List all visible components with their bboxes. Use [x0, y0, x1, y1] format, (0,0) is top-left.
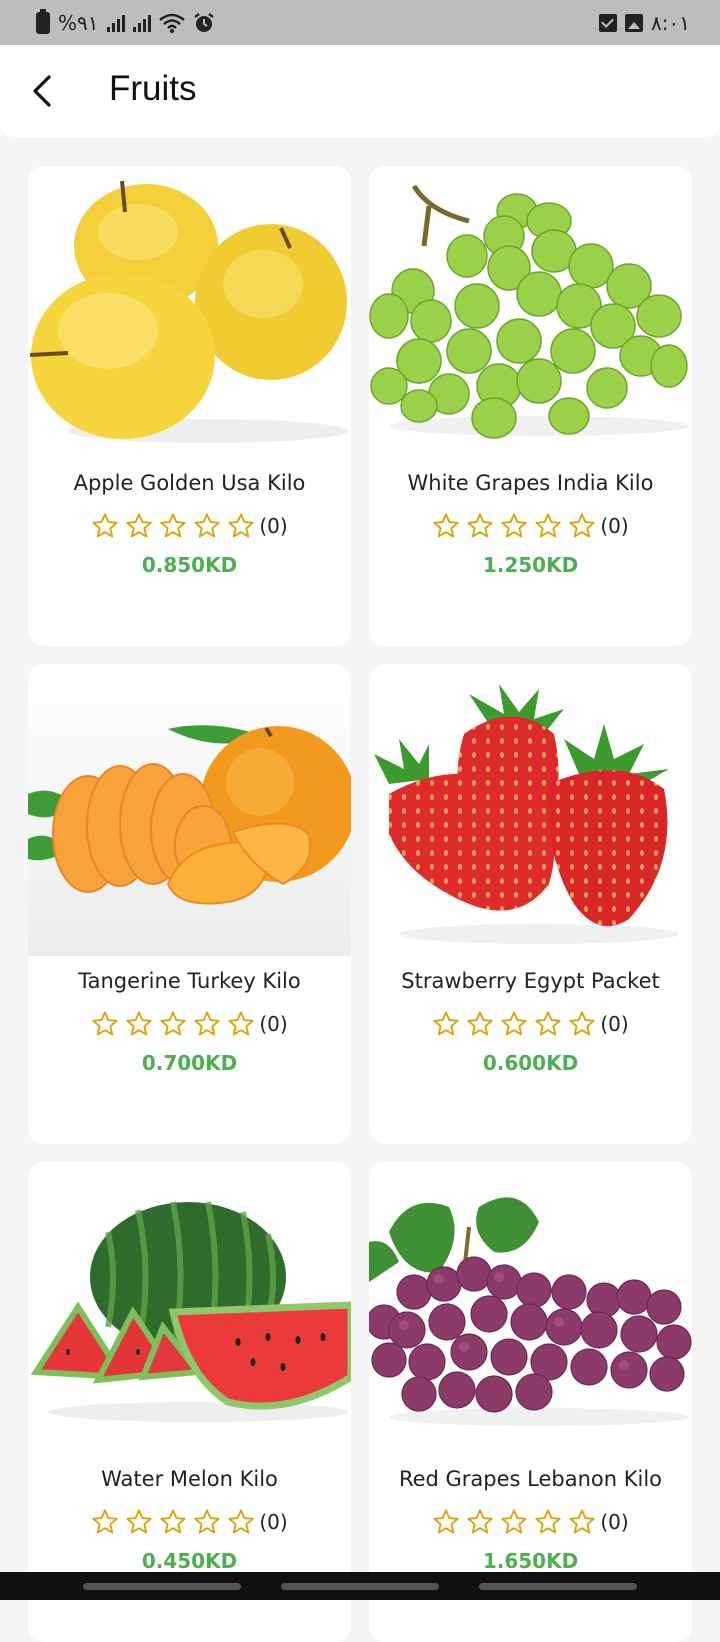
- status-bar: %۹۱ ۸:۰۱: [0, 0, 720, 45]
- star-icon: [568, 1508, 596, 1536]
- product-name: Tangerine Turkey Kilo: [28, 969, 351, 993]
- nav-recent-apps[interactable]: [83, 1583, 241, 1590]
- rating-count: (0): [600, 1012, 628, 1036]
- rating-count: (0): [600, 1510, 628, 1534]
- product-image-green-grapes: [369, 166, 692, 458]
- product-image-tangerine: [28, 664, 351, 956]
- product-rating: (0): [28, 1010, 351, 1038]
- star-icon: [193, 512, 221, 540]
- alarm-icon: [193, 12, 215, 34]
- rating-count: (0): [600, 514, 628, 538]
- star-icon: [159, 1010, 187, 1038]
- signal-icon-2: [133, 14, 151, 32]
- battery-percent: %۹۱: [58, 11, 99, 35]
- star-icon: [125, 1010, 153, 1038]
- star-icon: [91, 512, 119, 540]
- product-price: 1.250KD: [369, 553, 692, 577]
- product-name: Water Melon Kilo: [28, 1467, 351, 1491]
- star-icon: [227, 1508, 255, 1536]
- star-icon: [466, 1010, 494, 1038]
- product-rating: (0): [28, 512, 351, 540]
- product-image-red-grapes: [369, 1162, 692, 1454]
- star-icon: [500, 1508, 528, 1536]
- product-rating: (0): [369, 1010, 692, 1038]
- product-price: 0.700KD: [28, 1051, 351, 1075]
- status-time: ۸:۰۱: [651, 11, 690, 35]
- star-icon: [568, 512, 596, 540]
- product-price: 1.650KD: [369, 1549, 692, 1573]
- star-icon: [193, 1508, 221, 1536]
- app-header: Fruits: [0, 45, 720, 137]
- star-icon: [125, 1508, 153, 1536]
- rating-count: (0): [259, 1012, 287, 1036]
- image-notification-icon: [625, 14, 643, 32]
- star-icon: [500, 1010, 528, 1038]
- star-icon: [500, 512, 528, 540]
- product-card[interactable]: Apple Golden Usa Kilo (0) 0.850KD: [28, 166, 351, 646]
- star-icon: [432, 1508, 460, 1536]
- back-button[interactable]: [20, 69, 64, 113]
- product-name: Strawberry Egypt Packet: [369, 969, 692, 993]
- rating-count: (0): [259, 1510, 287, 1534]
- nav-home[interactable]: [281, 1583, 439, 1590]
- battery-icon: [36, 12, 50, 34]
- product-name: White Grapes India Kilo: [369, 471, 692, 495]
- nav-back[interactable]: [479, 1583, 637, 1590]
- product-card[interactable]: Red Grapes Lebanon Kilo (0) 1.650KD: [369, 1162, 692, 1642]
- star-icon: [466, 1508, 494, 1536]
- star-icon: [568, 1010, 596, 1038]
- star-icon: [534, 1010, 562, 1038]
- product-grid: Apple Golden Usa Kilo (0) 0.850KD: [28, 166, 694, 1642]
- star-icon: [91, 1010, 119, 1038]
- star-icon: [466, 512, 494, 540]
- product-rating: (0): [369, 1508, 692, 1536]
- product-card[interactable]: Tangerine Turkey Kilo (0) 0.700KD: [28, 664, 351, 1144]
- star-icon: [227, 1010, 255, 1038]
- wifi-icon: [159, 13, 185, 33]
- page-title: Fruits: [109, 69, 197, 109]
- star-icon: [432, 512, 460, 540]
- star-icon: [432, 1010, 460, 1038]
- star-icon: [227, 512, 255, 540]
- star-icon: [193, 1010, 221, 1038]
- product-card[interactable]: Water Melon Kilo (0) 0.450KD: [28, 1162, 351, 1642]
- product-rating: (0): [369, 512, 692, 540]
- product-name: Apple Golden Usa Kilo: [28, 471, 351, 495]
- star-icon: [91, 1508, 119, 1536]
- star-icon: [159, 512, 187, 540]
- status-right: ۸:۰۱: [599, 11, 690, 35]
- rating-count: (0): [259, 514, 287, 538]
- product-image-strawberries: [369, 664, 692, 956]
- product-image-watermelon: [28, 1162, 351, 1454]
- product-price: 0.850KD: [28, 553, 351, 577]
- star-icon: [159, 1508, 187, 1536]
- product-rating: (0): [28, 1508, 351, 1536]
- star-icon: [125, 512, 153, 540]
- product-price: 0.450KD: [28, 1549, 351, 1573]
- product-name: Red Grapes Lebanon Kilo: [369, 1467, 692, 1491]
- star-icon: [534, 512, 562, 540]
- product-card[interactable]: Strawberry Egypt Packet (0) 0.600KD: [369, 664, 692, 1144]
- navigation-bar: [0, 1572, 720, 1600]
- status-left: %۹۱: [36, 11, 215, 35]
- signal-icon: [107, 14, 125, 32]
- star-icon: [534, 1508, 562, 1536]
- chevron-left-icon: [30, 74, 54, 108]
- product-image-golden-apples: [28, 166, 351, 458]
- product-price: 0.600KD: [369, 1051, 692, 1075]
- product-card[interactable]: White Grapes India Kilo (0) 1.250KD: [369, 166, 692, 646]
- checkbox-notification-icon: [599, 14, 617, 32]
